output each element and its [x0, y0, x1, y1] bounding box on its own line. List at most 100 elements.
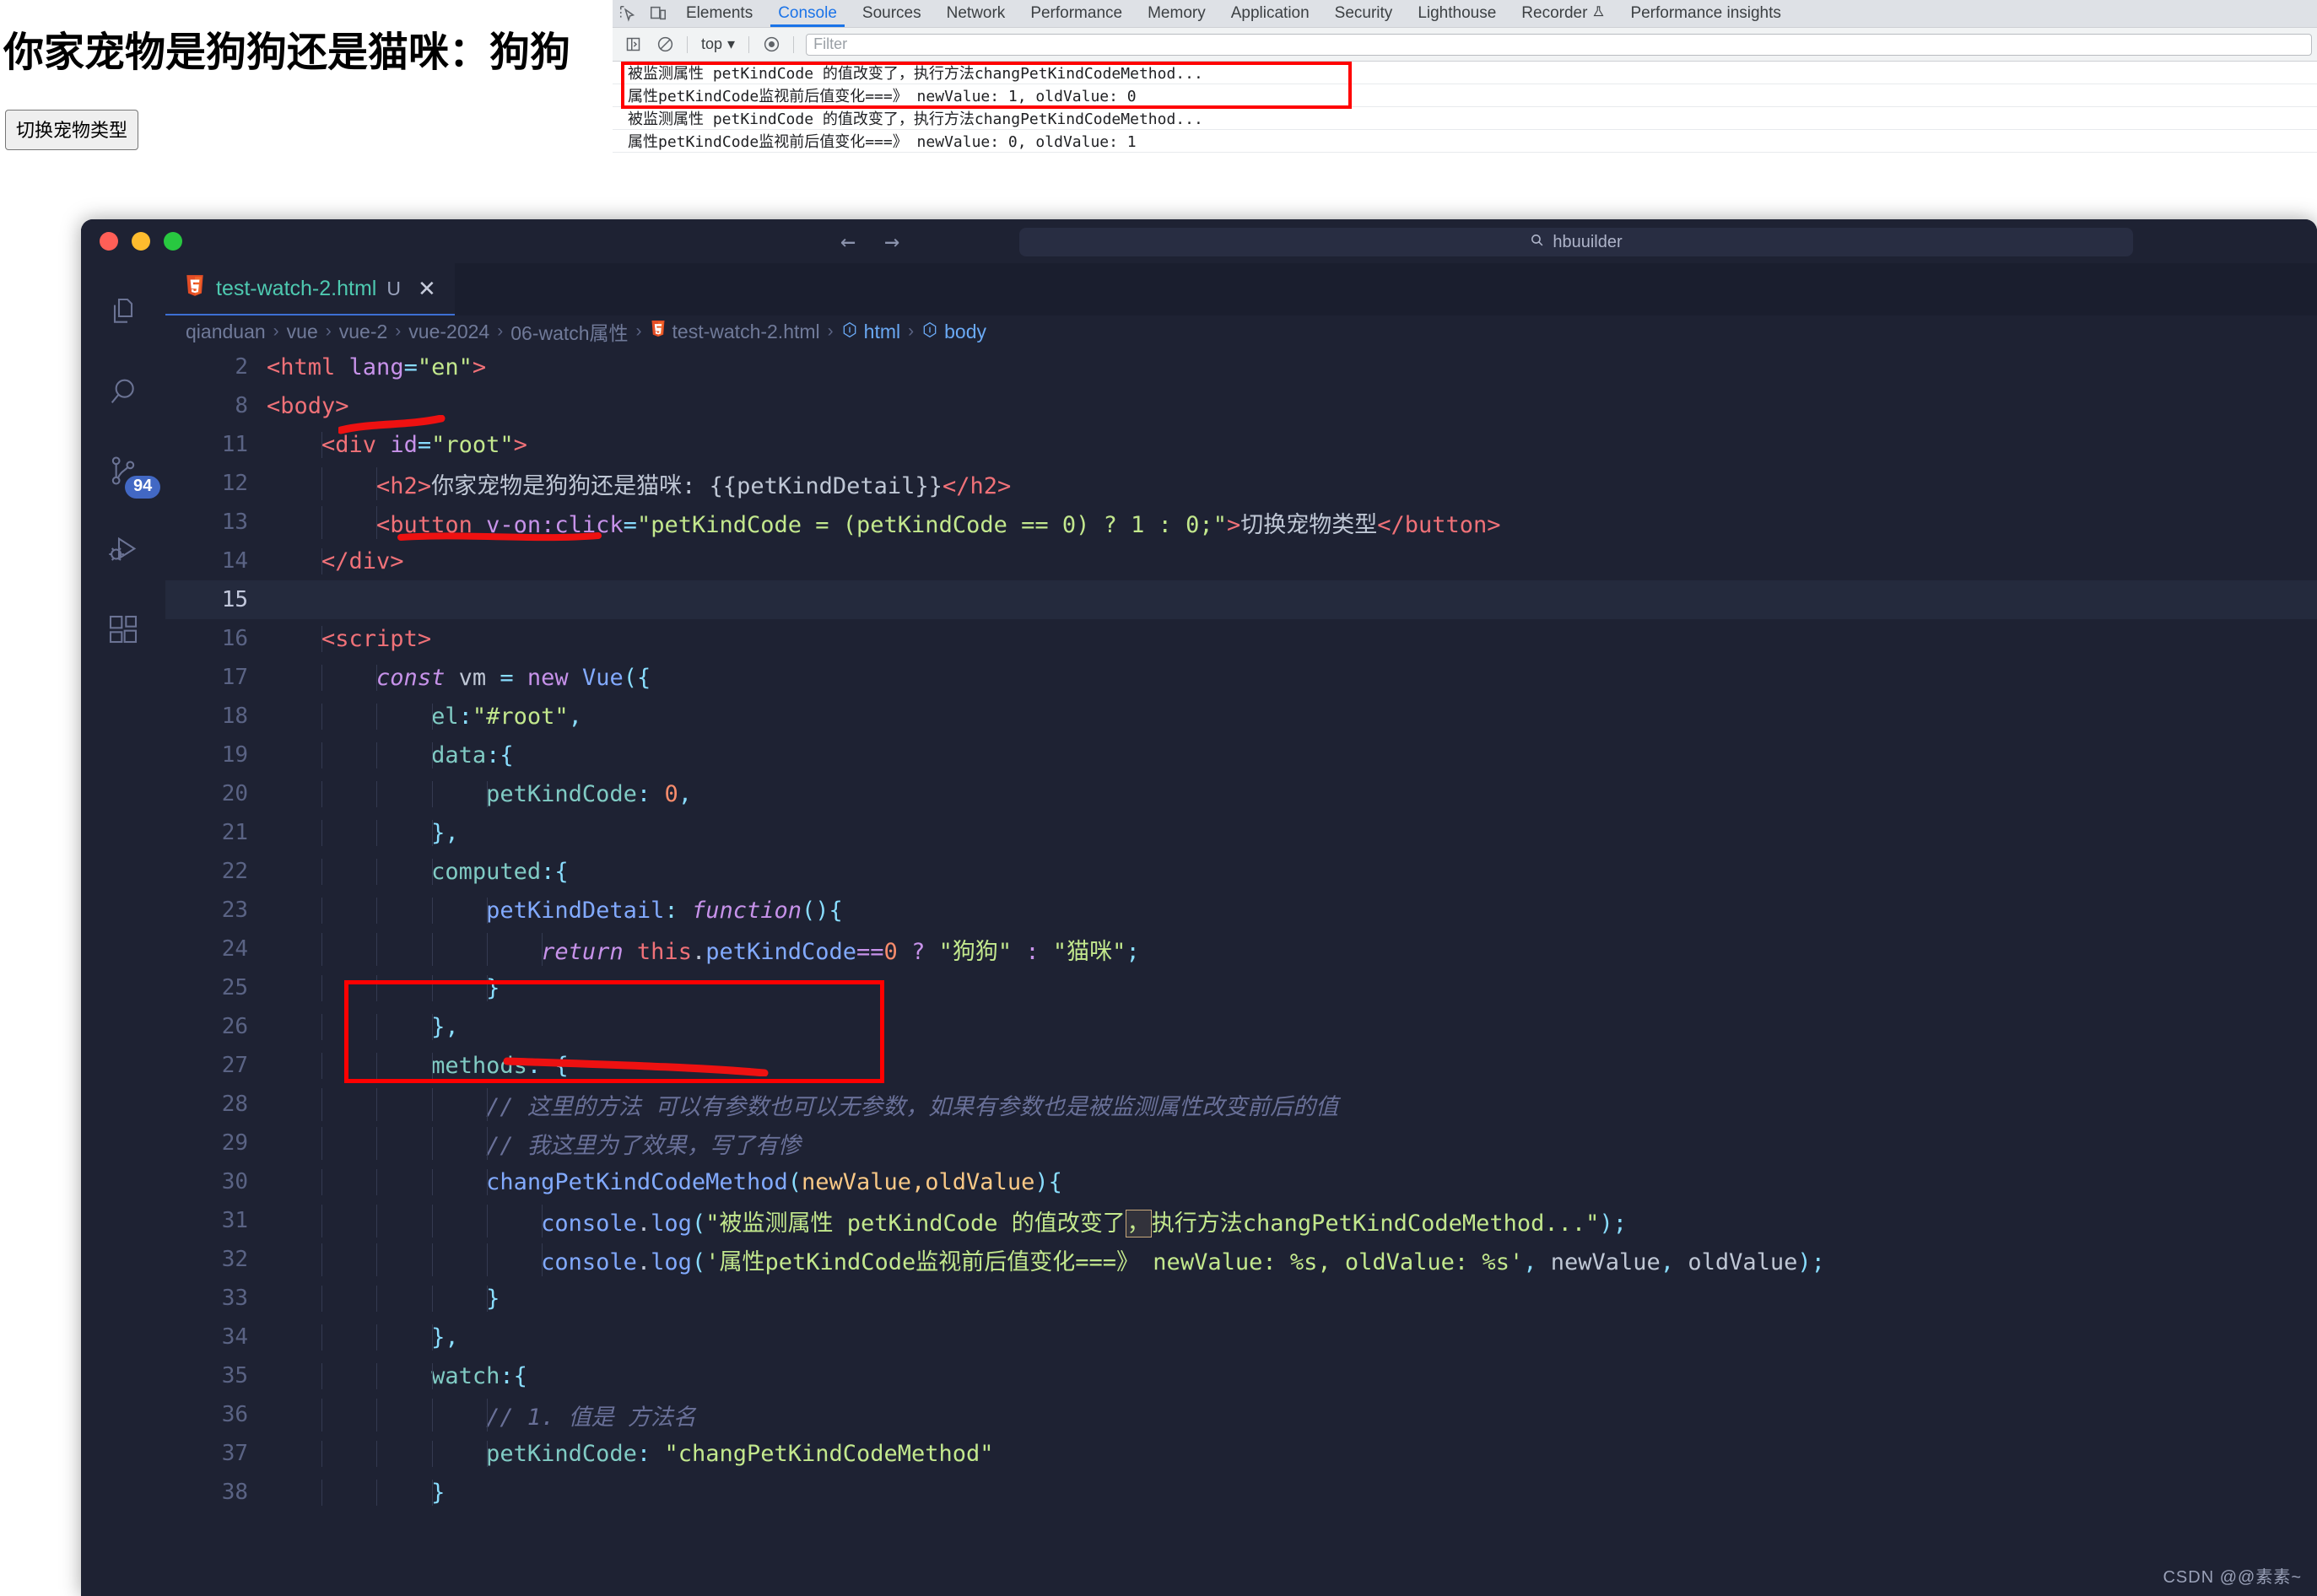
window-close-button[interactable]: [100, 232, 118, 251]
indent-guide: [432, 1205, 433, 1237]
code-line[interactable]: 2<html lang="en">: [165, 348, 2317, 386]
indent-guide: [321, 742, 322, 768]
breadcrumb-item-vue-2[interactable]: vue-2: [339, 321, 388, 343]
code-line[interactable]: 36 // 1. 值是 方法名: [165, 1395, 2317, 1434]
clear-console-icon[interactable]: [650, 35, 680, 53]
code-line[interactable]: 25 }: [165, 968, 2317, 1007]
devtools-tab-performance[interactable]: Performance: [1018, 0, 1135, 27]
breadcrumb-item-06-watch[interactable]: 06-watch属性: [510, 317, 628, 346]
code-line[interactable]: 34 },: [165, 1318, 2317, 1356]
code-line[interactable]: 28 // 这里的方法 可以有参数也可以无参数，如果有参数也是被监测属性改变前后…: [165, 1085, 2317, 1124]
console-context-selector[interactable]: top ▾: [694, 35, 742, 53]
editor-tab-test-watch-2[interactable]: test-watch-2.html U ✕: [165, 263, 455, 315]
console-sidebar-icon[interactable]: [618, 35, 648, 53]
page-title: 你家宠物是狗狗还是猫咪：狗狗: [0, 0, 616, 78]
code-token: [267, 1324, 431, 1351]
devtools-tab-application[interactable]: Application: [1218, 0, 1322, 27]
breadcrumb-item-vue[interactable]: vue: [287, 321, 318, 343]
code-line[interactable]: 32 console.log('属性petKindCode监视前后值变化===》…: [165, 1240, 2317, 1279]
devtools-tab-performance-insights[interactable]: Performance insights: [1618, 0, 1793, 27]
code-token: }: [486, 975, 500, 1001]
code-line[interactable]: 19 data:{: [165, 736, 2317, 774]
code-token: </h2>: [942, 473, 1011, 499]
devtools-tab-recorder[interactable]: Recorder: [1509, 0, 1618, 27]
code-line[interactable]: 11 <div id="root">: [165, 425, 2317, 464]
code-line-text: }: [267, 1286, 2317, 1312]
source-control-icon[interactable]: 94: [106, 454, 140, 491]
code-line[interactable]: 15: [165, 580, 2317, 619]
indent-guide: [376, 820, 377, 846]
breadcrumb-item-html[interactable]: html: [841, 321, 900, 343]
code-line[interactable]: 24 return this.petKindCode==0 ? "狗狗" : "…: [165, 930, 2317, 968]
code-line[interactable]: 21 },: [165, 813, 2317, 852]
device-toolbar-icon[interactable]: [643, 0, 673, 27]
code-line[interactable]: 31 console.log("被监测属性 petKindCode 的值改变了，…: [165, 1201, 2317, 1240]
code-token: [267, 1053, 431, 1079]
devtools-tab-elements[interactable]: Elements: [673, 0, 765, 27]
console-message[interactable]: 属性petKindCode监视前后值变化===》 newValue: 0, ol…: [613, 130, 2317, 153]
indent-guide: [321, 1324, 322, 1351]
window-minimize-button[interactable]: [132, 232, 150, 251]
code-line[interactable]: 16 <script>: [165, 619, 2317, 658]
breadcrumb-item-vue-2024[interactable]: vue-2024: [408, 321, 489, 343]
console-filter-input[interactable]: [806, 34, 2312, 56]
devtools-tab-console[interactable]: Console: [765, 0, 850, 27]
devtools-tab-network[interactable]: Network: [934, 0, 1018, 27]
devtools-tab-sources[interactable]: Sources: [850, 0, 934, 27]
indent-guide: [432, 1399, 433, 1432]
code-line[interactable]: 17 const vm = new Vue({: [165, 658, 2317, 697]
activity-bar: 94: [81, 263, 165, 1596]
code-line[interactable]: 33 }: [165, 1279, 2317, 1318]
code-token: >: [1227, 512, 1240, 538]
code-token: watch: [431, 1363, 500, 1389]
toggle-pet-type-button[interactable]: 切换宠物类型: [5, 110, 138, 150]
window-maximize-button[interactable]: [164, 232, 182, 251]
breadcrumb-item-file[interactable]: test-watch-2.html: [650, 320, 820, 343]
search-icon[interactable]: [106, 375, 140, 412]
code-token: log: [651, 1210, 692, 1237]
indent-guide: [321, 506, 322, 539]
indent-guide: [542, 1205, 543, 1237]
code-token: ，: [1126, 1210, 1152, 1237]
console-message[interactable]: 被监测属性 petKindCode 的值改变了，执行方法changPetKind…: [613, 62, 2317, 84]
code-token: ==: [856, 939, 884, 965]
explorer-icon[interactable]: [106, 295, 140, 332]
indent-guide: [376, 975, 377, 1001]
code-token: changPetKindCodeMethod: [486, 1169, 788, 1195]
code-line[interactable]: 29 // 我这里为了效果，写了有惨: [165, 1124, 2317, 1162]
code-line[interactable]: 13 <button v-on:click="petKindCode = (pe…: [165, 503, 2317, 542]
code-line[interactable]: 14 </div>: [165, 542, 2317, 580]
code-line[interactable]: 20 petKindCode: 0,: [165, 774, 2317, 813]
inspect-element-icon[interactable]: [613, 0, 643, 27]
url-bar[interactable]: hbuuilder: [1019, 228, 2133, 256]
back-arrow-icon[interactable]: ←: [840, 227, 856, 256]
code-line-text: }: [267, 975, 2317, 1001]
code-line[interactable]: 8<body>: [165, 386, 2317, 425]
breadcrumb-item-qianduan[interactable]: qianduan: [186, 321, 266, 343]
code-line[interactable]: 12 <h2>你家宠物是狗狗还是猫咪: {{petKindDetail}}</h…: [165, 464, 2317, 503]
devtools-tab-memory[interactable]: Memory: [1135, 0, 1218, 27]
code-line[interactable]: 30 changPetKindCodeMethod(newValue,oldVa…: [165, 1162, 2317, 1201]
code-line[interactable]: 18 el:"#root",: [165, 697, 2317, 736]
breadcrumb-item-body[interactable]: body: [921, 321, 986, 343]
code-line[interactable]: 38 }: [165, 1473, 2317, 1512]
forward-arrow-icon[interactable]: →: [884, 227, 899, 256]
extensions-icon[interactable]: [106, 612, 140, 650]
devtools-tab-security[interactable]: Security: [1322, 0, 1406, 27]
code-line[interactable]: 27 methods: {: [165, 1046, 2317, 1085]
code-line[interactable]: 37 petKindCode: "changPetKindCodeMethod": [165, 1434, 2317, 1473]
devtools-tab-lighthouse[interactable]: Lighthouse: [1405, 0, 1509, 27]
code-token: [678, 898, 692, 924]
close-icon[interactable]: ✕: [418, 276, 436, 302]
console-message[interactable]: 被监测属性 petKindCode 的值改变了，执行方法changPetKind…: [613, 107, 2317, 130]
run-and-debug-icon[interactable]: [106, 533, 140, 570]
console-message[interactable]: 属性petKindCode监视前后值变化===》 newValue: 1, ol…: [613, 84, 2317, 107]
code-line[interactable]: 26 },: [165, 1007, 2317, 1046]
code-line[interactable]: 23 petKindDetail: function(){: [165, 891, 2317, 930]
code-token: >: [473, 354, 486, 380]
code-line[interactable]: 22 computed:{: [165, 852, 2317, 891]
code-token: // 我这里为了效果，写了有惨: [486, 1133, 801, 1159]
code-editor-area[interactable]: 2<html lang="en">8<body>11 <div id="root…: [165, 348, 2317, 1596]
live-expression-icon[interactable]: [756, 35, 786, 53]
code-line[interactable]: 35 watch:{: [165, 1356, 2317, 1395]
